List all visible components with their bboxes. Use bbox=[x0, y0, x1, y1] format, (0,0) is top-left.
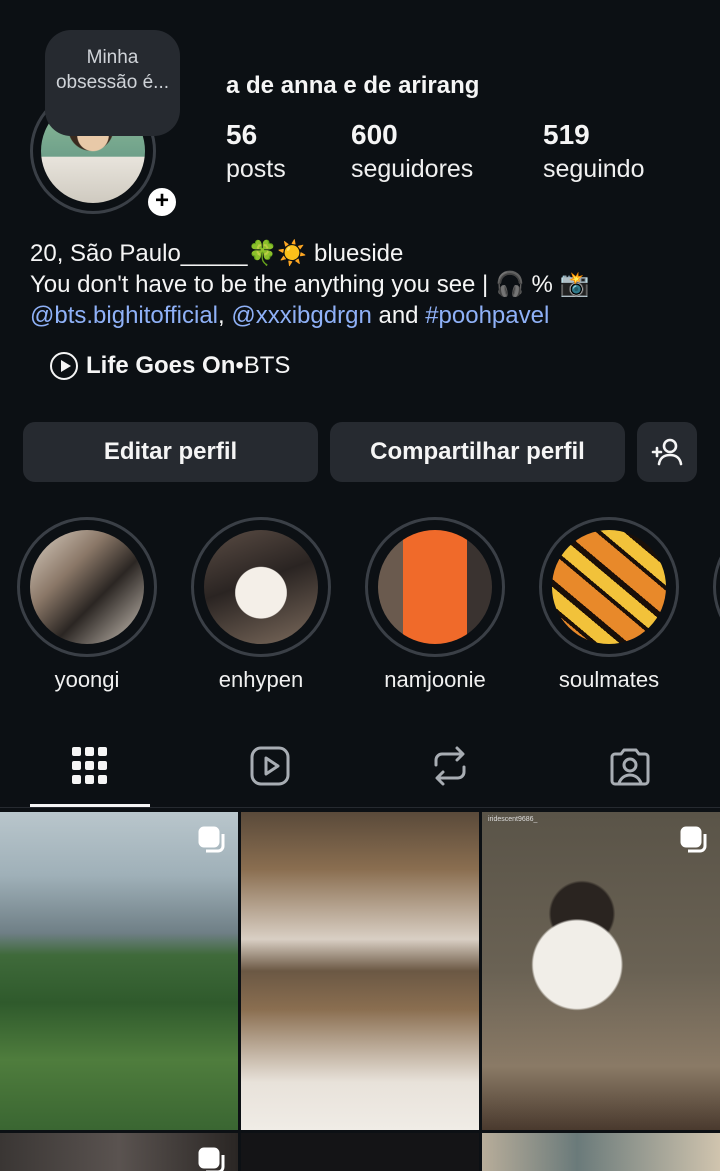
grid-icon bbox=[72, 747, 107, 784]
highlight-ring bbox=[191, 517, 331, 657]
profile-username: a de anna e de arirang bbox=[226, 72, 480, 99]
highlight-label: enhypen bbox=[218, 667, 304, 692]
stat-following-label: seguindo bbox=[543, 155, 645, 183]
carousel-icon bbox=[198, 826, 225, 853]
note-text: Minha obsessão é... bbox=[55, 47, 170, 93]
highlight-item[interactable]: enhypen bbox=[191, 517, 331, 693]
share-profile-button[interactable]: Compartilhar perfil bbox=[330, 422, 625, 482]
bio-and: and bbox=[371, 302, 426, 329]
stat-following[interactable]: 519 seguindo bbox=[543, 118, 644, 186]
carousel-icon bbox=[198, 1147, 225, 1171]
stat-followers[interactable]: 600 seguidores bbox=[351, 118, 473, 186]
mention-link[interactable]: @bts.bighitofficial bbox=[30, 302, 218, 329]
post-thumbnail[interactable] bbox=[0, 812, 238, 1130]
bio-separator: , bbox=[218, 302, 232, 329]
tab-reposts[interactable] bbox=[390, 740, 510, 792]
stat-followers-value: 600 bbox=[351, 119, 398, 150]
add-person-button[interactable] bbox=[637, 422, 697, 482]
hashtag-link[interactable]: #poohpavel bbox=[425, 302, 549, 329]
post-thumbnail[interactable] bbox=[241, 1133, 479, 1171]
highlight-ring bbox=[17, 517, 157, 657]
post-thumbnail[interactable] bbox=[0, 1133, 238, 1171]
post-thumbnail[interactable] bbox=[482, 1133, 720, 1171]
stat-followers-label: seguidores bbox=[351, 155, 474, 183]
bio-line-1: 20, São Paulo_____🍀☀️ blueside bbox=[30, 238, 710, 269]
post-thumbnail[interactable] bbox=[241, 812, 479, 1130]
highlight-item[interactable]: namjoonie bbox=[365, 517, 505, 693]
highlight-ring bbox=[539, 517, 679, 657]
stat-following-value: 519 bbox=[543, 119, 590, 150]
highlight-cover bbox=[378, 530, 492, 644]
add-story-icon[interactable]: + bbox=[144, 184, 180, 220]
bio-line-1-emoji: 🍀☀️ bbox=[247, 240, 308, 267]
stat-posts[interactable]: 56 posts bbox=[226, 118, 286, 186]
highlight-item-partial[interactable] bbox=[713, 517, 720, 657]
mention-link[interactable]: @xxxibgdrgn bbox=[231, 302, 371, 329]
highlight-cover bbox=[552, 530, 666, 644]
highlight-item[interactable]: yoongi bbox=[17, 517, 157, 693]
highlight-cover bbox=[30, 530, 144, 644]
tab-tagged[interactable] bbox=[570, 740, 690, 792]
highlight-item[interactable]: soulmates bbox=[539, 517, 679, 693]
bio-line-1-text: 20, São Paulo_____ bbox=[30, 240, 248, 267]
reposts-icon bbox=[434, 746, 466, 786]
post-thumbnail[interactable]: iridescent9686_ bbox=[482, 812, 720, 1130]
reels-icon bbox=[250, 746, 290, 786]
stat-posts-value: 56 bbox=[226, 119, 258, 150]
tab-grid[interactable] bbox=[30, 740, 150, 792]
add-person-icon bbox=[651, 438, 683, 466]
profile-bio: 20, São Paulo_____🍀☀️ blueside You don't… bbox=[30, 238, 710, 331]
note-bubble[interactable]: Minha obsessão é... bbox=[45, 30, 180, 136]
profile-music[interactable]: Life Goes On • BTS bbox=[50, 352, 290, 380]
bio-line-2: You don't have to be the anything you se… bbox=[30, 271, 590, 298]
stat-posts-label: posts bbox=[226, 155, 286, 183]
carousel-icon bbox=[680, 826, 707, 853]
edit-profile-button[interactable]: Editar perfil bbox=[23, 422, 318, 482]
highlight-cover bbox=[204, 530, 318, 644]
music-artist: BTS bbox=[243, 352, 291, 379]
tagged-icon bbox=[610, 748, 650, 786]
highlight-label: soulmates bbox=[558, 667, 660, 692]
bio-line-1-end: blueside bbox=[307, 240, 404, 267]
tab-divider bbox=[0, 807, 720, 808]
bio-line-3: @bts.bighitofficial, @xxxibgdrgn and #po… bbox=[30, 300, 710, 331]
play-icon bbox=[50, 352, 78, 380]
highlight-ring bbox=[365, 517, 505, 657]
tab-reels[interactable] bbox=[210, 740, 330, 792]
music-separator: • bbox=[235, 352, 244, 379]
post-caption: iridescent9686_ bbox=[488, 816, 538, 823]
highlight-label: namjoonie bbox=[384, 667, 486, 692]
music-song: Life Goes On bbox=[86, 352, 236, 379]
highlight-label: yoongi bbox=[54, 667, 120, 692]
